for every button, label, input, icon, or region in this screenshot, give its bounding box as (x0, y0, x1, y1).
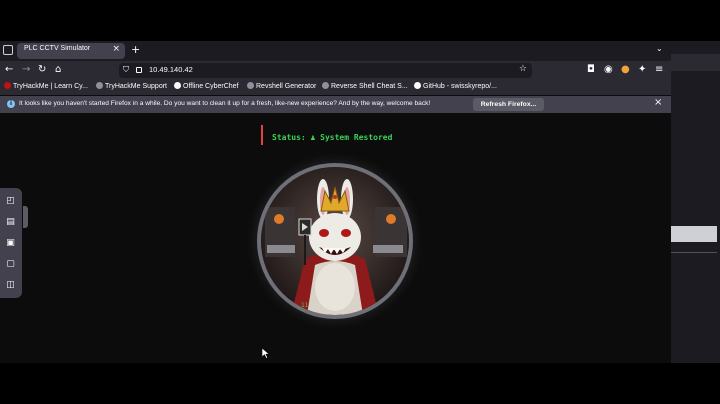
mouse-cursor-icon (262, 348, 270, 359)
info-icon: i (7, 100, 15, 108)
refresh-firefox-button[interactable]: Refresh Firefox... (473, 98, 544, 111)
sidebar-collapse-handle[interactable] (23, 206, 28, 228)
top-black-band (0, 0, 720, 41)
bookmarks-toolbar: TryHackMe | Learn Cy... TryHackMe Suppor… (0, 80, 671, 95)
globe-icon (322, 82, 329, 89)
screen: PLC CCTV Simulator × + ⌄ ← → ↻ ⌂ ⛉ 10.49… (0, 0, 720, 404)
cctv-camera-feed: 11 (257, 163, 413, 319)
sidebar-settings-icon[interactable]: ◫ (5, 280, 16, 291)
github-icon (414, 82, 421, 89)
tab-plc-cctv-simulator[interactable]: PLC CCTV Simulator × (17, 43, 125, 59)
navigation-bar: ← → ↻ ⌂ ⛉ 10.49.140.42 ☆ ◘ ◉ ● ✦ ≡ (0, 61, 671, 80)
bookmark-github-swisskyrepo[interactable]: GitHub - swisskyrepo/... (414, 82, 497, 90)
lock-icon[interactable] (136, 67, 142, 73)
tab-overflow-icon[interactable]: ⌄ (656, 44, 663, 53)
status-accent-bar (261, 125, 263, 145)
camera-timestamp: 11 (301, 302, 309, 309)
sidebar-clipboard-icon[interactable]: ▢ (5, 259, 16, 270)
close-notification-icon[interactable]: × (654, 97, 662, 108)
url-bar[interactable]: ⛉ 10.49.140.42 ☆ (119, 63, 532, 78)
background-window-toolbar (671, 54, 720, 71)
sidebar-bookmarks-icon[interactable]: ▣ (5, 238, 16, 249)
menu-icon[interactable]: ≡ (655, 64, 663, 76)
url-text[interactable]: 10.49.140.42 (149, 65, 193, 74)
shield-icon[interactable]: ⛉ (123, 65, 129, 75)
cyberchef-icon (174, 82, 181, 89)
globe-icon (96, 82, 103, 89)
bookmark-tryhackme-support[interactable]: TryHackMe Support (96, 82, 167, 90)
globe-icon (247, 82, 254, 89)
bookmark-star-icon[interactable]: ☆ (519, 64, 527, 74)
refresh-notification-bar: i It looks like you haven't started Fire… (0, 96, 671, 113)
tryhackme-icon (4, 82, 11, 89)
page-content: Status: ♟ System Restored 11 (0, 113, 671, 363)
pocket-icon[interactable]: ◘ (587, 64, 595, 76)
home-icon[interactable]: ⌂ (55, 64, 61, 76)
account-icon[interactable]: ◉ (604, 64, 613, 76)
forward-arrow-icon[interactable]: → (22, 64, 30, 76)
bookmark-offline-cyberchef[interactable]: Offline CyberChef (174, 82, 239, 90)
background-window-divider (671, 252, 717, 253)
sidebar-panel: ◰ ▤ ▣ ▢ ◫ (0, 188, 22, 298)
background-window (671, 41, 720, 363)
extension-badge-icon[interactable]: ● (621, 64, 630, 76)
browser-window: PLC CCTV Simulator × + ⌄ ← → ↻ ⌂ ⛉ 10.49… (0, 41, 671, 363)
rabbit-king-image (261, 167, 409, 315)
tab-close-icon[interactable]: × (112, 44, 120, 54)
extensions-icon[interactable]: ✦ (638, 64, 646, 76)
bookmark-reverse-shell-cheat[interactable]: Reverse Shell Cheat S... (322, 82, 408, 90)
sidebar-history-icon[interactable]: ▤ (5, 217, 16, 228)
sidebar-tabs-icon[interactable]: ◰ (5, 196, 16, 207)
bookmark-revshell-generator[interactable]: Revshell Generator (247, 82, 316, 90)
tab-title: PLC CCTV Simulator (24, 45, 91, 52)
background-window-selected-row (671, 226, 717, 242)
status-text: Status: ♟ System Restored (272, 133, 393, 142)
new-tab-button[interactable]: + (131, 43, 140, 57)
reload-icon[interactable]: ↻ (38, 64, 46, 76)
bookmark-tryhackme[interactable]: TryHackMe | Learn Cy... (4, 82, 88, 90)
back-arrow-icon[interactable]: ← (5, 64, 13, 76)
notification-text: It looks like you haven't started Firefo… (19, 100, 431, 107)
tab-list-icon[interactable] (3, 45, 13, 55)
tab-strip: PLC CCTV Simulator × + ⌄ (0, 41, 671, 61)
